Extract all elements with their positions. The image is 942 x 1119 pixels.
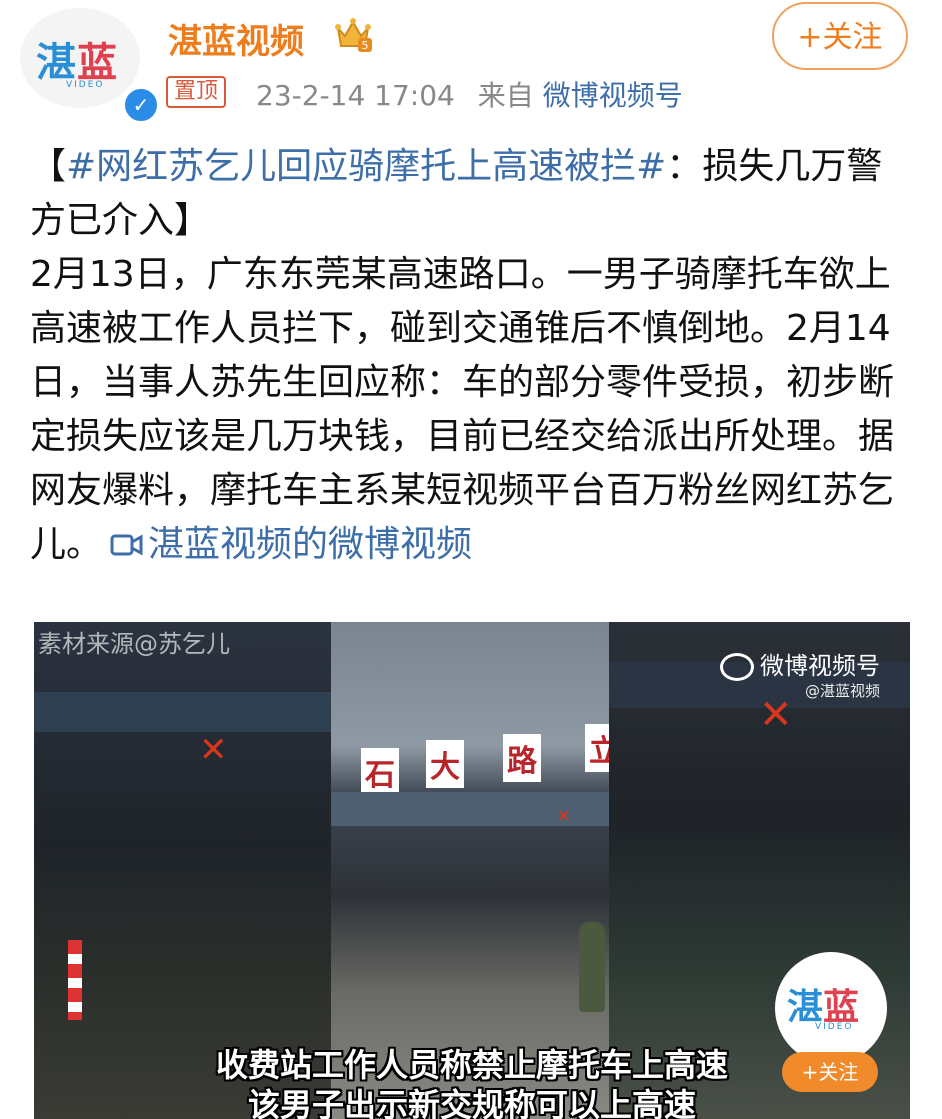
barrier-pole [68, 940, 82, 1020]
title-bracket: 【 [30, 146, 67, 187]
post-body: 2月13日，广东东莞某高速路口。一男子骑摩托车欲上高速被工作人员拦下，碰到交通锥… [30, 254, 895, 565]
svg-text:5: 5 [362, 39, 369, 52]
follow-button[interactable]: +关注 [772, 2, 908, 70]
platform-watermark-sub: @湛蓝视频 [804, 682, 880, 700]
toll-worker [579, 922, 605, 1012]
lane-closed-x-icon: ✕ [759, 692, 793, 738]
toll-sign-char: 路 [503, 734, 541, 782]
post-timestamp: 23-2-14 17:04 [256, 79, 455, 112]
toll-sign-char: 石 [361, 748, 399, 796]
lane-closed-x-icon: ✕ [556, 806, 572, 827]
video-link-label: 湛蓝视频的微博视频 [148, 524, 473, 565]
account-name[interactable]: 湛蓝视频 [168, 14, 304, 63]
platform-watermark: 微博视频号 [720, 646, 880, 681]
avatar[interactable]: 湛蓝 VIDEO ✓ [20, 8, 160, 124]
video-player[interactable]: ✕ 石 大 路 立 ✕ ✕ 素材来源@苏乞儿 微博视频号 @湛蓝视频 湛蓝 VI… [34, 622, 910, 1119]
hashtag-link[interactable]: #网红苏乞儿回应骑摩托上高速被拦# [66, 146, 666, 187]
video-camera-icon [110, 534, 143, 556]
crown-icon: 5 [335, 18, 372, 52]
weibo-icon [720, 653, 754, 681]
post-meta: 23-2-14 17:04 来自 微博视频号 [256, 74, 683, 114]
source-watermark: 素材来源@苏乞儿 [38, 630, 230, 658]
verified-badge-icon: ✓ [122, 86, 160, 124]
from-label: 来自 [477, 79, 534, 112]
lane-closed-x-icon: ✕ [199, 730, 228, 770]
toll-canopy [34, 692, 331, 732]
video-subtitle-line2: 该男子出示新交规称可以上高速 [247, 1086, 696, 1119]
post-text: 【#网红苏乞儿回应骑摩托上高速被拦#：损失几万警方已介入】 2月13日，广东东莞某… [30, 140, 910, 572]
toll-sign-char: 立 [585, 724, 609, 772]
post-source-link[interactable]: 微博视频号 [543, 79, 683, 112]
avatar-logo-sub: VIDEO [66, 80, 105, 90]
badge-logo-sub: VIDEO [815, 1022, 854, 1032]
toll-sign-char: 大 [426, 740, 464, 788]
pinned-badge: 置顶 [166, 76, 227, 108]
video-link[interactable]: 湛蓝视频的微博视频 [102, 524, 472, 565]
